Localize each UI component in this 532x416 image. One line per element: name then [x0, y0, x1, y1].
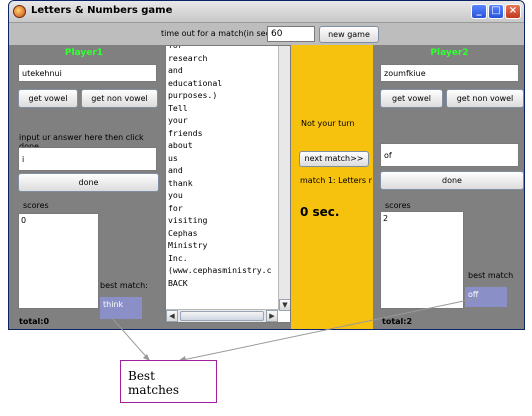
arrow-to-player2-best-match	[177, 297, 479, 362]
arrow-to-player1-best-match	[111, 317, 151, 362]
best-matches-callout: Best matches	[120, 360, 217, 403]
annotation-arrows	[111, 297, 479, 362]
